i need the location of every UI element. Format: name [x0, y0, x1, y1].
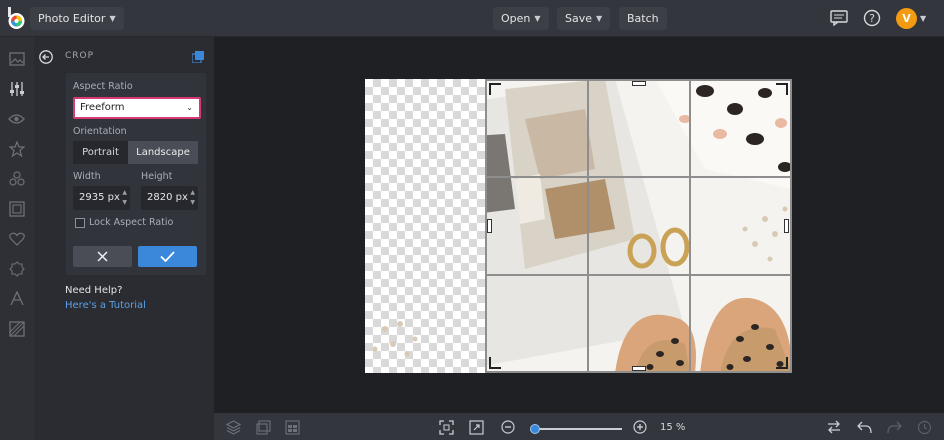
comments-icon[interactable]	[829, 8, 849, 28]
save-label: Save	[565, 12, 593, 25]
save-button[interactable]: Save ▼	[557, 7, 611, 30]
bottom-bar: 15 %	[214, 413, 944, 440]
star-icon[interactable]	[7, 139, 26, 158]
help-icon[interactable]: ?	[862, 8, 882, 28]
layers-icon[interactable]	[225, 419, 241, 435]
zoom-out-icon[interactable]	[500, 419, 516, 435]
aspect-ratio-label: Aspect Ratio	[73, 81, 133, 92]
tool-rail	[0, 37, 34, 440]
grid-line	[485, 176, 792, 178]
undo-icon[interactable]	[856, 419, 872, 435]
crop-frame[interactable]	[485, 79, 792, 373]
image-manager-icon[interactable]	[255, 419, 271, 435]
flip-icon[interactable]	[826, 419, 842, 435]
svg-text:?: ?	[869, 12, 875, 25]
apply-button[interactable]	[138, 246, 197, 267]
grid-line	[485, 274, 792, 276]
open-label: Open	[501, 12, 531, 25]
image-icon[interactable]	[7, 49, 26, 68]
width-unit: px	[107, 192, 120, 203]
heart-icon[interactable]	[7, 229, 26, 248]
width-field[interactable]: 2935 px ▲ ▼	[73, 186, 130, 210]
height-unit: px	[175, 192, 188, 203]
sliders-icon[interactable]	[7, 79, 26, 98]
avatar[interactable]: V	[896, 8, 917, 29]
chevron-down-icon[interactable]: ▼	[920, 14, 926, 23]
stepper-arrows-icon[interactable]: ▲ ▼	[190, 188, 195, 208]
actual-size-icon[interactable]	[468, 419, 484, 435]
zoom-in-icon[interactable]	[632, 419, 648, 435]
chevron-down-icon: ▼	[596, 14, 603, 23]
height-field[interactable]: 2820 px ▲ ▼	[141, 186, 198, 210]
chevron-down-icon: ▼	[534, 14, 541, 23]
fit-to-screen-icon[interactable]	[438, 419, 454, 435]
height-label: Height	[141, 171, 173, 182]
frame-icon[interactable]	[7, 199, 26, 218]
width-label: Width	[73, 171, 101, 182]
eye-icon[interactable]	[7, 109, 26, 128]
tutorial-link[interactable]: Here's a Tutorial	[65, 300, 146, 311]
open-button[interactable]: Open ▼	[493, 7, 549, 30]
flowers-decoration	[372, 321, 418, 357]
zoom-slider-track[interactable]	[530, 428, 622, 430]
crop-corner-bottom-left[interactable]	[489, 357, 501, 369]
crop-handle-right[interactable]	[784, 219, 789, 233]
app-title: Photo Editor	[38, 12, 106, 25]
zoom-level: 15 %	[660, 422, 686, 433]
crop-handle-top[interactable]	[632, 81, 646, 86]
lock-aspect-checkbox[interactable]	[75, 218, 85, 228]
texture-icon[interactable]	[7, 319, 26, 338]
effects-icon[interactable]	[7, 169, 26, 188]
zoom-slider-knob[interactable]	[529, 424, 540, 434]
aspect-ratio-value: Freeform	[80, 102, 125, 113]
height-value: 2820	[147, 192, 173, 203]
crop-handle-bottom[interactable]	[632, 366, 646, 371]
grid-line	[587, 79, 589, 373]
help-title: Need Help?	[65, 285, 123, 296]
copy-icon[interactable]	[192, 51, 204, 63]
badge-icon[interactable]	[7, 259, 26, 278]
redo-icon[interactable]	[886, 419, 902, 435]
text-icon[interactable]	[7, 289, 26, 308]
aspect-ratio-select[interactable]: Freeform ⌄	[73, 97, 201, 119]
grid-line	[689, 79, 691, 373]
batch-label: Batch	[627, 12, 659, 25]
width-value: 2935	[79, 192, 105, 203]
back-arrow-icon[interactable]	[39, 50, 53, 64]
panel-title: CROP	[65, 51, 95, 61]
history-icon[interactable]	[916, 419, 932, 435]
app-menu-button[interactable]: Photo Editor ▼	[30, 7, 124, 30]
top-bar: Photo Editor ▼ Open ▼ Save ▼ Batch ? V ▼	[0, 0, 944, 37]
crop-corner-top-left[interactable]	[489, 83, 501, 95]
landscape-button[interactable]: Landscape	[128, 141, 198, 164]
crop-corner-top-right[interactable]	[776, 83, 788, 95]
crop-handle-left[interactable]	[487, 219, 492, 233]
befunky-logo-icon[interactable]	[7, 7, 26, 30]
stepper-arrows-icon[interactable]: ▲ ▼	[122, 188, 127, 208]
portrait-button[interactable]: Portrait	[73, 141, 128, 164]
crop-corner-bottom-right[interactable]	[776, 357, 788, 369]
chevron-down-icon: ▼	[109, 14, 116, 23]
checkmark-icon	[160, 251, 175, 262]
close-icon	[97, 251, 108, 262]
cancel-button[interactable]	[73, 246, 132, 267]
orientation-label: Orientation	[73, 126, 127, 137]
chevron-down-icon: ⌄	[186, 103, 193, 112]
batch-button[interactable]: Batch	[619, 7, 667, 30]
lock-aspect-label[interactable]: Lock Aspect Ratio	[89, 217, 173, 228]
grid-view-icon[interactable]	[284, 419, 300, 435]
